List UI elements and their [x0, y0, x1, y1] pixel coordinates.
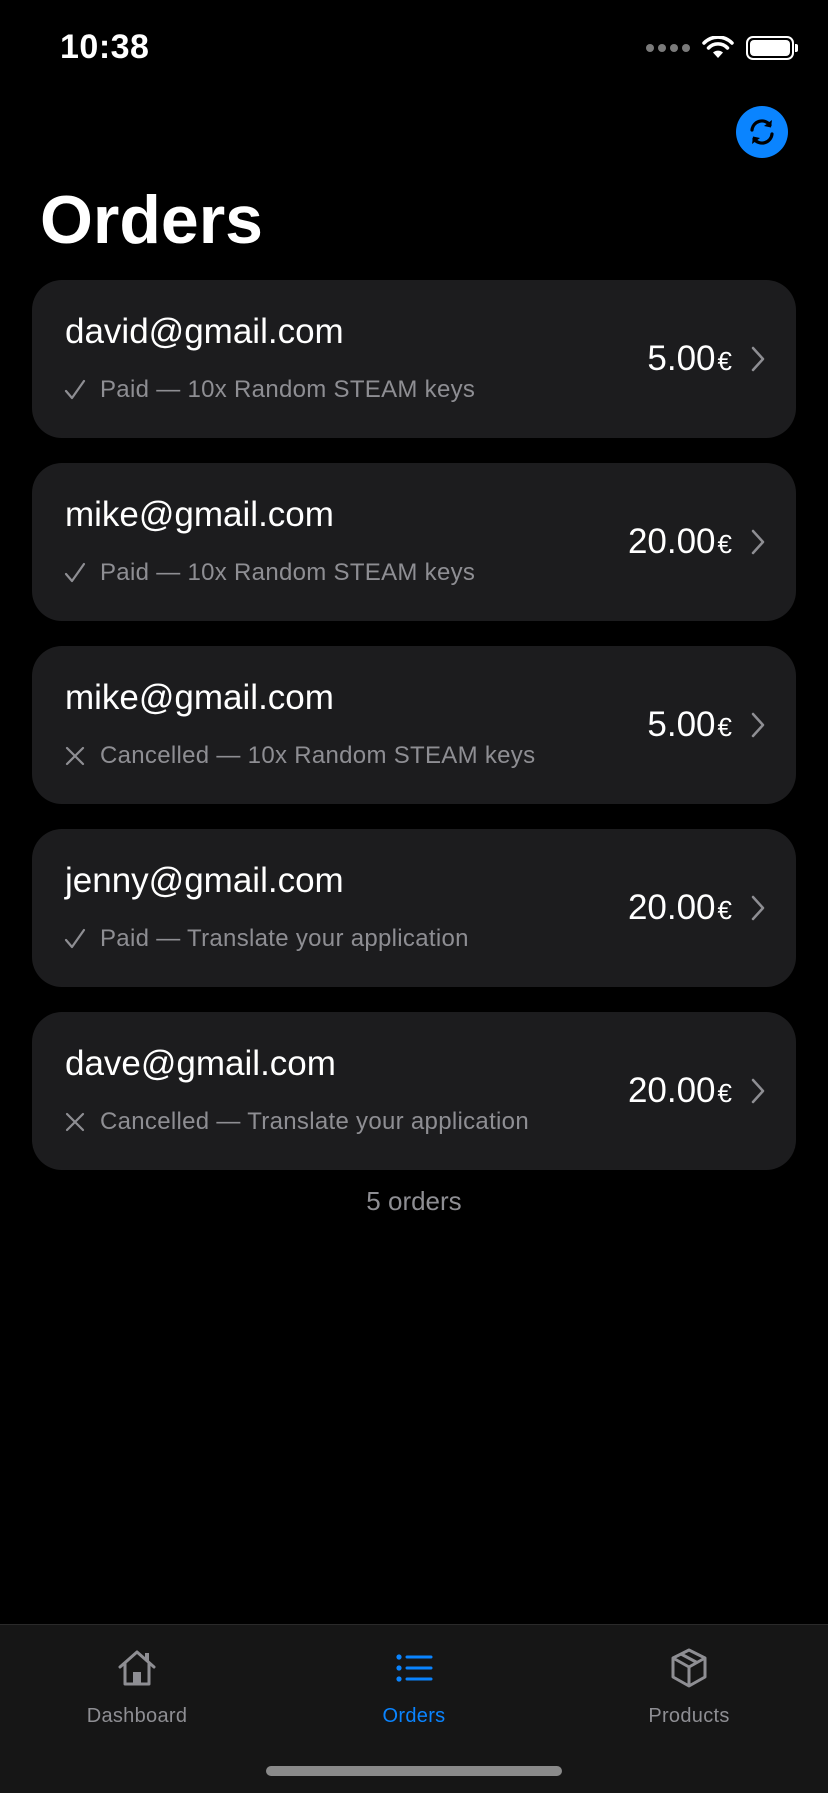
order-price: 20.00€: [628, 463, 766, 621]
x-icon: [62, 743, 88, 769]
orders-list: david@gmail.com Paid — 10x Random STEAM …: [32, 280, 796, 1195]
order-status: Cancelled — 10x Random STEAM keys: [62, 742, 535, 770]
tab-orders[interactable]: Orders: [314, 1643, 514, 1728]
order-email: jenny@gmail.com: [65, 861, 344, 900]
order-status: Paid — Translate your application: [62, 925, 469, 953]
battery-icon: [746, 36, 798, 60]
order-price: 20.00€: [628, 1012, 766, 1170]
order-email: dave@gmail.com: [65, 1044, 336, 1083]
order-email: david@gmail.com: [65, 312, 344, 351]
refresh-icon: [750, 119, 774, 145]
order-status: Paid — 10x Random STEAM keys: [62, 376, 475, 404]
list-icon: [396, 1654, 433, 1682]
cellular-signal-icon: [646, 44, 690, 52]
order-price: 5.00€: [647, 646, 766, 804]
tab-label: Dashboard: [86, 1705, 188, 1727]
order-row[interactable]: mike@gmail.com Paid — 10x Random STEAM k…: [32, 463, 796, 621]
page-title: Orders: [40, 182, 263, 258]
status-bar: 10:38: [0, 0, 828, 100]
order-amount: 5.00€: [647, 339, 732, 378]
check-icon: [62, 560, 88, 586]
chevron-right-icon: [751, 529, 765, 555]
orders-count: 5 orders: [366, 1186, 462, 1216]
tab-label: Products: [648, 1705, 730, 1727]
order-email: mike@gmail.com: [65, 678, 334, 717]
check-icon: [62, 377, 88, 403]
status-time: 10:38: [60, 28, 150, 66]
order-amount: 5.00€: [647, 705, 732, 744]
order-status-text: Paid — 10x Random STEAM keys: [100, 559, 476, 586]
order-status: Paid — 10x Random STEAM keys: [62, 559, 475, 587]
order-status-text: Cancelled — Translate your application: [100, 1108, 529, 1135]
order-price: 20.00€: [628, 829, 766, 987]
order-price: 5.00€: [647, 280, 766, 438]
order-status-text: Cancelled — 10x Random STEAM keys: [100, 742, 536, 769]
chevron-right-icon: [751, 895, 765, 921]
order-amount: 20.00€: [627, 1071, 732, 1110]
box-icon: [671, 1648, 707, 1688]
order-row[interactable]: dave@gmail.com Cancelled — Translate you…: [32, 1012, 796, 1170]
tab-dashboard[interactable]: Dashboard: [37, 1643, 237, 1728]
house-icon: [118, 1650, 156, 1686]
tab-products[interactable]: Products: [589, 1643, 789, 1728]
wifi-icon: [702, 36, 734, 58]
chevron-right-icon: [751, 1078, 765, 1104]
x-icon: [62, 1109, 88, 1135]
order-status-text: Paid — Translate your application: [100, 925, 469, 952]
order-status-text: Paid — 10x Random STEAM keys: [100, 376, 476, 403]
chevron-right-icon: [751, 712, 765, 738]
order-amount: 20.00€: [627, 522, 732, 561]
order-row[interactable]: david@gmail.com Paid — 10x Random STEAM …: [32, 280, 796, 438]
order-row[interactable]: jenny@gmail.com Paid — Translate your ap…: [32, 829, 796, 987]
home-indicator: [266, 1766, 562, 1776]
chevron-right-icon: [751, 346, 765, 372]
order-status: Cancelled — Translate your application: [62, 1108, 529, 1136]
order-amount: 20.00€: [627, 888, 732, 927]
check-icon: [62, 926, 88, 952]
refresh-button[interactable]: [736, 106, 788, 158]
tab-label: Orders: [382, 1705, 446, 1727]
order-row[interactable]: mike@gmail.com Cancelled — 10x Random ST…: [32, 646, 796, 804]
order-email: mike@gmail.com: [65, 495, 334, 534]
status-indicators: [646, 36, 798, 60]
